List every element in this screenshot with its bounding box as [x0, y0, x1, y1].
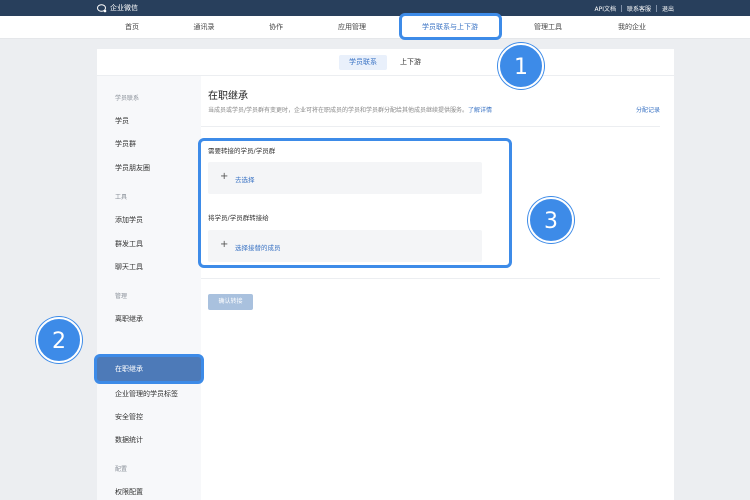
- description-text: 当成员或学员/学员群有变更时，企业可将在职成员的学员和学员群分配给其他成员继续提…: [208, 107, 469, 114]
- divider: [620, 5, 622, 12]
- nav-app-management[interactable]: 应用管理: [338, 16, 366, 38]
- content-card: 学员联系 上下游 学员联系 学员 学员群 学员朋友圈 工具 添加学员 群发工具 …: [94, 49, 674, 500]
- tab-upstream-downstream[interactable]: 上下游: [390, 55, 431, 70]
- sidebar-item-permissions[interactable]: 权限配置: [115, 487, 143, 497]
- divider: [655, 5, 657, 12]
- learn-more-link[interactable]: 了解详情: [468, 107, 492, 114]
- sidebar-item-customer-tags[interactable]: 企业管理的学员标签: [115, 389, 178, 399]
- sidebar-item-security[interactable]: 安全管控: [115, 412, 143, 422]
- sidebar-group-title: 配置: [115, 466, 128, 473]
- sidebar-item-add-customer[interactable]: 添加学员: [115, 215, 143, 225]
- sidebar-item-statistics[interactable]: 数据统计: [115, 435, 143, 445]
- contact-support-link[interactable]: 联系客服: [627, 4, 651, 13]
- logo-text: 企业微信: [110, 4, 138, 12]
- sidebar-item-moments[interactable]: 学员朋友圈: [115, 163, 150, 173]
- assignment-log-link[interactable]: 分配记录: [636, 105, 660, 114]
- tab-customer-contact[interactable]: 学员联系: [339, 55, 387, 70]
- main-nav: 首页 通讯录 协作 应用管理 学员联系与上下游 管理工具 我的企业: [0, 16, 750, 39]
- sidebar-item-customer-groups[interactable]: 学员群: [115, 139, 136, 149]
- wecom-logo-icon: [97, 3, 107, 12]
- sidebar-group-title: 学员联系: [115, 95, 140, 102]
- divider: [201, 126, 660, 127]
- sidebar-item-resigned-transfer[interactable]: 离职继承: [115, 314, 143, 324]
- nav-contacts[interactable]: 通讯录: [194, 16, 215, 38]
- logo[interactable]: 企业微信: [97, 3, 138, 13]
- nav-home[interactable]: 首页: [125, 16, 139, 38]
- annotation-badge-2: 2: [36, 317, 82, 363]
- annotation-badge-3: 3: [528, 197, 574, 243]
- top-links: API文档 联系客服 退出: [594, 4, 674, 13]
- page-title: 在职继承: [208, 91, 248, 102]
- sidebar: 学员联系 学员 学员群 学员朋友圈 工具 添加学员 群发工具 聊天工具 管理 离…: [94, 76, 204, 500]
- sidebar-group-title: 管理: [115, 293, 128, 300]
- api-docs-link[interactable]: API文档: [594, 4, 616, 13]
- sidebar-item-broadcast[interactable]: 群发工具: [115, 239, 143, 249]
- sub-tabs: 学员联系 上下游: [97, 49, 674, 76]
- logout-link[interactable]: 退出: [662, 4, 674, 13]
- annotation-badge-1: 1: [498, 43, 544, 89]
- nav-highlight-box: [399, 13, 502, 40]
- sidebar-item-customers[interactable]: 学员: [115, 116, 129, 126]
- nav-collaboration[interactable]: 协作: [269, 16, 283, 38]
- sidebar-group-title: 工具: [115, 194, 128, 201]
- selection-highlight-box: [198, 138, 512, 268]
- divider: [201, 278, 660, 279]
- nav-my-enterprise[interactable]: 我的企业: [618, 16, 646, 38]
- sidebar-item-chat-tools[interactable]: 聊天工具: [115, 262, 143, 272]
- page-description: 当成员或学员/学员群有变更时，企业可将在职成员的学员和学员群分配给其他成员继续提…: [208, 105, 492, 114]
- nav-management-tools[interactable]: 管理工具: [534, 16, 562, 38]
- sidebar-highlight-box: [94, 354, 204, 384]
- top-bar: 企业微信 API文档 联系客服 退出: [0, 0, 750, 16]
- confirm-transfer-button[interactable]: 确认转接: [208, 294, 253, 310]
